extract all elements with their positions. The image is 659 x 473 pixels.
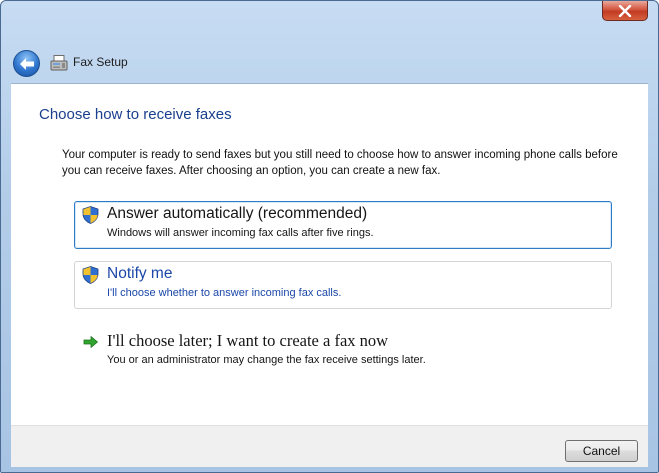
green-arrow-icon <box>83 336 98 348</box>
fax-setup-window: Fax Setup Choose how to receive faxes Yo… <box>0 0 659 473</box>
cancel-button[interactable]: Cancel <box>565 440 638 462</box>
close-button[interactable] <box>602 1 648 21</box>
option-description: I'll choose whether to answer incoming f… <box>107 287 342 299</box>
wizard-footer: Cancel <box>11 425 648 467</box>
option-notify-me[interactable]: Notify me I'll choose whether to answer … <box>74 261 612 309</box>
title-bar[interactable]: Fax Setup <box>1 1 658 83</box>
page-heading: Choose how to receive faxes <box>39 106 232 123</box>
intro-text: Your computer is ready to send faxes but… <box>62 149 618 177</box>
back-arrow-icon <box>19 57 34 70</box>
close-icon <box>618 4 632 17</box>
wizard-title: Fax Setup <box>73 55 128 69</box>
option-answer-automatically[interactable]: Answer automatically (recommended) Windo… <box>74 201 612 249</box>
wizard-nav-row: Fax Setup <box>1 45 658 81</box>
uac-shield-icon <box>82 206 99 224</box>
back-button[interactable] <box>13 50 40 77</box>
option-title: Notify me <box>107 265 173 282</box>
option-title: Answer automatically (recommended) <box>107 205 368 222</box>
uac-shield-icon <box>82 266 99 284</box>
wizard-content: Choose how to receive faxes Your compute… <box>11 83 648 426</box>
option-choose-later[interactable]: I'll choose later; I want to create a fa… <box>74 328 612 376</box>
fax-icon <box>50 55 68 71</box>
option-description: Windows will answer incoming fax calls a… <box>107 227 374 239</box>
option-title: I'll choose later; I want to create a fa… <box>107 331 389 350</box>
option-description: You or an administrator may change the f… <box>107 354 426 366</box>
